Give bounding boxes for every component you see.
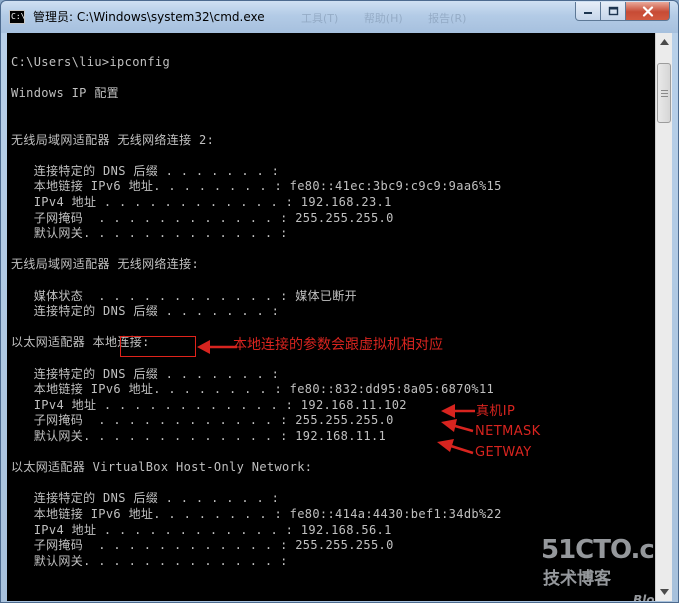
background-window-menu: 工具(T) 帮助(H) 报告(R) xyxy=(301,10,488,26)
title-bar[interactable]: C:\ 管理员: C:\Windows\system32\cmd.exe 工具(… xyxy=(1,1,678,33)
vertical-scrollbar[interactable] xyxy=(655,33,672,601)
arrow-head-netmask xyxy=(441,419,457,432)
console-output[interactable]: C:\Users\liu>ipconfig Windows IP 配置 无线局域网适… xyxy=(7,33,655,601)
thumb-grip xyxy=(661,90,668,91)
arrow-head-local-connection xyxy=(197,340,210,354)
annotation-arrows xyxy=(197,340,475,455)
arrow-head-ip xyxy=(441,404,455,418)
arrow-to-netmask xyxy=(454,424,474,433)
annotation-netmask-note: NETMASK xyxy=(475,424,541,439)
thumb-grip xyxy=(661,93,668,94)
watermark-sub: 技术博客 xyxy=(543,569,611,589)
window-controls xyxy=(575,2,670,22)
watermark-blog: Blog xyxy=(633,593,655,601)
watermark-brand: 51CTO.com xyxy=(541,535,655,565)
window-title: 管理员: C:\Windows\system32\cmd.exe xyxy=(33,10,265,24)
cmd-window: C:\ 管理员: C:\Windows\system32\cmd.exe 工具(… xyxy=(0,0,679,603)
watermark-logo: 51CTO.com 技术博客 Blog xyxy=(541,533,655,601)
minimize-icon xyxy=(584,12,592,14)
annotation-gateway-note: GETWAY xyxy=(475,445,532,460)
scroll-down-button[interactable] xyxy=(656,583,672,600)
scroll-thumb[interactable] xyxy=(657,63,671,123)
thumb-grip xyxy=(661,96,668,97)
annotation-ip-note: 真机IP xyxy=(476,404,516,419)
annotation-main-note: 本地连接的参数会跟虚拟机相对应 xyxy=(233,337,443,353)
ghost-menu-item: 帮助(H) xyxy=(363,12,403,25)
close-icon xyxy=(642,5,653,17)
cmd-app-icon[interactable]: C:\ xyxy=(9,10,25,24)
ghost-menu-item: 报告(R) xyxy=(428,12,467,25)
close-button[interactable] xyxy=(626,2,670,21)
scroll-up-arrow-icon xyxy=(659,38,669,45)
maximize-button[interactable] xyxy=(601,2,626,21)
maximize-icon xyxy=(608,6,618,16)
arrow-to-gateway xyxy=(450,444,474,455)
scroll-down-arrow-icon xyxy=(659,588,669,595)
arrow-head-gateway xyxy=(437,439,454,452)
minimize-button[interactable] xyxy=(575,2,601,21)
scroll-up-button[interactable] xyxy=(656,33,672,50)
ghost-menu-item: 工具(T) xyxy=(301,12,339,25)
